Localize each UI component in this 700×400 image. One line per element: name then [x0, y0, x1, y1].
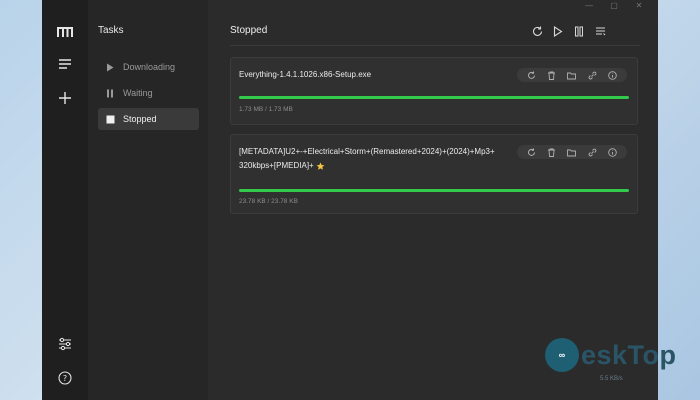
download-card[interactable]: [METADATA]U2+-+Electrical+Storm+(Remaste… [230, 134, 638, 214]
start-all-icon[interactable] [551, 24, 565, 38]
file-size: 1.73 MB / 1.73 MB [239, 106, 293, 113]
header-divider [230, 45, 640, 46]
svg-text:?: ? [63, 374, 67, 383]
info-icon[interactable] [608, 70, 617, 80]
file-name: [METADATA]U2+-+Electrical+Storm+(Remaste… [239, 145, 495, 173]
icon-rail: ? [42, 0, 88, 400]
settings-sliders-icon[interactable] [55, 334, 75, 354]
sidebar-item-label: Stopped [123, 114, 157, 124]
open-folder-icon[interactable] [567, 148, 577, 157]
stop-icon [105, 114, 115, 124]
task-sidebar: Tasks Downloading Waiting Stopped [88, 0, 208, 400]
watermark-logo: ∞ [545, 338, 579, 372]
file-name-line2: 320kbps+[PMEDIA]+ [239, 161, 314, 170]
play-icon [105, 62, 115, 72]
sidebar-title: Tasks [98, 25, 124, 36]
delete-icon[interactable] [547, 148, 556, 157]
sidebar-item-downloading[interactable]: Downloading [98, 56, 199, 78]
info-icon[interactable] [608, 147, 617, 157]
pause-icon [105, 88, 115, 98]
menu-icon[interactable] [55, 54, 75, 74]
delete-icon[interactable] [547, 71, 556, 80]
progress-bar [239, 96, 629, 99]
maximize-icon[interactable]: ▢ [608, 0, 620, 10]
list-icon[interactable] [593, 24, 607, 38]
app-logo-icon [55, 22, 75, 42]
close-icon[interactable]: ✕ [633, 0, 645, 10]
file-name: Everything-1.4.1.1026.x86-Setup.exe [239, 70, 372, 79]
download-card[interactable]: Everything-1.4.1.1026.x86-Setup.exe 1.73… [230, 57, 638, 125]
restart-icon[interactable] [527, 71, 536, 80]
sidebar-item-waiting[interactable]: Waiting [98, 82, 199, 104]
star-icon [316, 161, 325, 171]
add-task-icon[interactable] [55, 88, 75, 108]
file-name-line2-wrap: 320kbps+[PMEDIA]+ [239, 159, 495, 173]
file-name-line1: [METADATA]U2+-+Electrical+Storm+(Remaste… [239, 147, 495, 156]
speed-readout: 5.5 KB/s [600, 376, 623, 382]
progress-fill [239, 96, 629, 99]
task-actions [517, 145, 627, 159]
pause-all-icon[interactable] [572, 24, 586, 38]
progress-bar [239, 189, 629, 192]
copy-link-icon[interactable] [588, 71, 597, 80]
task-actions [517, 68, 627, 82]
file-size: 23.78 KB / 23.78 KB [239, 198, 298, 205]
sidebar-item-label: Downloading [123, 62, 176, 72]
copy-link-icon[interactable] [588, 148, 597, 157]
watermark: ∞ eskTop [545, 338, 677, 372]
watermark-text: eskTop [581, 339, 677, 370]
sidebar-item-stopped[interactable]: Stopped [98, 108, 199, 130]
minimize-icon[interactable]: — [583, 0, 595, 10]
progress-fill [239, 189, 629, 192]
restart-icon[interactable] [527, 148, 536, 157]
refresh-icon[interactable] [530, 24, 544, 38]
sidebar-item-label: Waiting [123, 88, 153, 98]
help-icon[interactable]: ? [55, 368, 75, 388]
open-folder-icon[interactable] [567, 71, 577, 80]
page-title: Stopped [230, 25, 268, 36]
